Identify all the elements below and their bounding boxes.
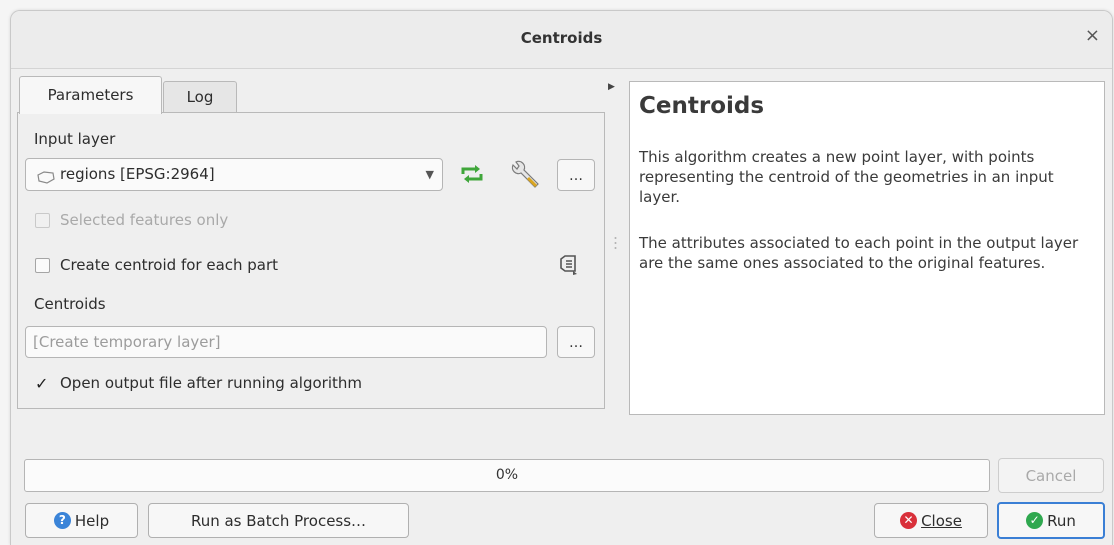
tab-log[interactable]: Log <box>163 81 237 112</box>
input-layer-label: Input layer <box>34 130 116 148</box>
centroids-output-browse-button[interactable]: … <box>557 326 595 358</box>
input-layer-combobox[interactable]: regions [EPSG:2964] ▼ <box>25 158 443 191</box>
close-button-label: Close <box>921 512 962 530</box>
open-output-label: Open output file after running algorithm <box>60 374 362 392</box>
close-button[interactable]: ✕ Close <box>874 503 988 538</box>
progress-bar: 0% <box>24 459 990 492</box>
window-title: Centroids <box>520 29 603 47</box>
selected-features-label: Selected features only <box>60 211 229 229</box>
help-button[interactable]: ? Help <box>25 503 138 538</box>
run-as-batch-button[interactable]: Run as Batch Process… <box>148 503 409 538</box>
help-title: Centroids <box>639 93 765 119</box>
title-bar: Centroids × <box>11 11 1112 69</box>
centroids-output-field[interactable]: [Create temporary layer] <box>25 326 547 358</box>
input-layer-browse-button[interactable]: … <box>557 159 595 191</box>
polygon-layer-icon <box>37 169 55 188</box>
close-button-text: Close <box>921 511 962 530</box>
collapse-arrow-icon[interactable]: ▶ <box>608 82 615 92</box>
open-output-checkbox[interactable]: ✓ <box>35 374 48 393</box>
run-button[interactable]: ✓ Run <box>997 502 1105 539</box>
help-button-label: Help <box>74 511 110 530</box>
chevron-down-icon: ▼ <box>425 168 434 181</box>
cancel-button[interactable]: Cancel <box>998 458 1104 493</box>
centroids-output-label: Centroids <box>34 295 106 313</box>
help-description-2: The attributes associated to each point … <box>639 234 1079 272</box>
progress-text: 0% <box>495 467 519 483</box>
window-close-icon[interactable]: × <box>1085 27 1100 45</box>
algorithm-help-panel: Centroids This algorithm creates a new p… <box>629 81 1105 415</box>
splitter-handle[interactable] <box>614 236 617 250</box>
wrench-icon[interactable] <box>508 160 544 196</box>
question-icon: ? <box>53 512 71 529</box>
run-button-label: Run <box>1047 511 1076 530</box>
create-centroid-each-part-checkbox[interactable] <box>35 258 50 273</box>
input-layer-value: regions [EPSG:2964] <box>60 165 215 183</box>
iterate-icon[interactable] <box>458 162 486 190</box>
create-centroid-each-part-label: Create centroid for each part <box>60 256 279 274</box>
selected-features-checkbox[interactable] <box>35 213 50 228</box>
data-defined-override-icon[interactable] <box>556 253 580 281</box>
close-circle-icon: ✕ <box>900 512 918 529</box>
check-circle-icon: ✓ <box>1026 512 1044 529</box>
tab-parameters[interactable]: Parameters <box>19 76 162 114</box>
help-description-1: This algorithm creates a new point layer… <box>639 148 1054 206</box>
